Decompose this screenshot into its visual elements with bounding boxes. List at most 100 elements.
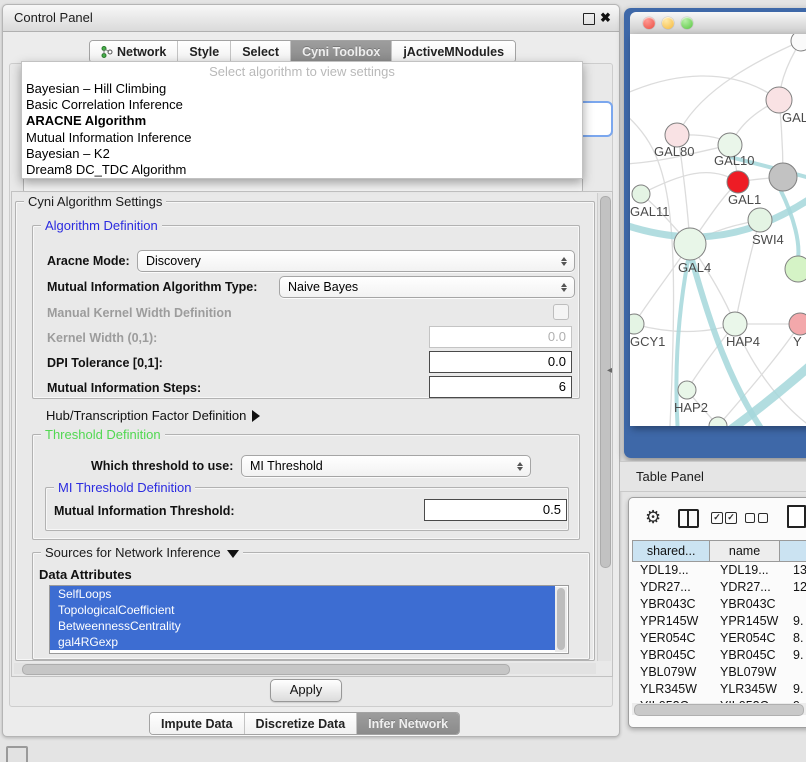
tab-infer-network[interactable]: Infer Network xyxy=(357,713,459,734)
algorithm-menu-item[interactable]: Dream8 DC_TDC Algorithm xyxy=(22,162,582,178)
vertical-scrollbar-thumb[interactable] xyxy=(600,196,611,568)
mi-threshold-legend: MI Threshold Definition xyxy=(54,480,195,495)
network-node[interactable] xyxy=(785,256,806,282)
table-cell: YDR27... xyxy=(720,579,771,596)
which-threshold-value: MI Threshold xyxy=(250,459,323,473)
stepper-arrows-icon xyxy=(561,277,567,297)
gear-icon[interactable]: ⚙ xyxy=(645,507,661,528)
table-header-row: shared... name xyxy=(632,540,806,562)
control-panel-titlebar[interactable]: Control Panel ✖ xyxy=(3,5,619,32)
network-edge-weighted[interactable] xyxy=(780,189,798,258)
aracne-mode-label: Aracne Mode: xyxy=(47,254,130,268)
attribute-list-item[interactable]: gal4RGexp xyxy=(50,634,555,650)
table-row[interactable]: YBR045CYBR045C9. xyxy=(632,647,806,664)
tab-select[interactable]: Select xyxy=(231,41,291,62)
mi-steps-input[interactable]: 6 xyxy=(429,376,572,398)
columns-icon[interactable] xyxy=(678,509,699,528)
column-header-partial[interactable] xyxy=(780,540,806,562)
dpi-tolerance-input[interactable]: 0.0 xyxy=(429,351,572,373)
network-node-gal1[interactable] xyxy=(727,171,749,193)
network-node-gal11[interactable] xyxy=(632,185,650,203)
network-window-titlebar[interactable] xyxy=(630,12,806,35)
table-row[interactable]: YER054CYER054C8. xyxy=(632,630,806,647)
float-window-icon[interactable] xyxy=(583,13,595,25)
table-row[interactable]: YDL19...YDL19...13 xyxy=(632,562,806,579)
table-cell: YBR043C xyxy=(640,596,696,613)
sources-legend[interactable]: Sources for Network Inference xyxy=(41,545,243,560)
network-node-hap4[interactable] xyxy=(723,312,747,336)
network-edge[interactable] xyxy=(630,76,779,100)
aracne-mode-combobox[interactable]: Discovery xyxy=(137,250,575,272)
bottom-tabbar: Impute DataDiscretize DataInfer Network xyxy=(149,712,460,735)
minimize-traffic-light-icon[interactable] xyxy=(662,17,674,29)
network-node-label: HAP2 xyxy=(674,400,708,415)
column-header-shared-name[interactable]: shared... xyxy=(632,540,710,562)
algorithm-menu-item[interactable]: Basic Correlation Inference xyxy=(22,97,582,113)
table-cell: 8. xyxy=(793,630,803,647)
manual-kernel-checkbox[interactable] xyxy=(553,304,569,320)
algorithm-menu-item[interactable]: Bayesian – K2 xyxy=(22,146,582,162)
kernel-width-label: Kernel Width (0,1): xyxy=(47,331,157,345)
table-row[interactable]: YBR043CYBR043C xyxy=(632,596,806,613)
horizontal-scrollbar-thumb[interactable] xyxy=(22,664,510,675)
new-table-icon[interactable] xyxy=(787,505,806,528)
zoom-traffic-light-icon[interactable] xyxy=(681,17,693,29)
vertical-scrollbar[interactable] xyxy=(597,193,611,661)
tab-network[interactable]: Network xyxy=(90,41,178,62)
algorithm-menu-item[interactable]: Mutual Information Inference xyxy=(22,130,582,146)
network-node-label: GAL4 xyxy=(678,260,711,275)
network-node-label: Y xyxy=(793,334,802,349)
data-attributes-list[interactable]: SelfLoopsTopologicalCoefficientBetweenne… xyxy=(49,585,569,654)
attribute-list-item[interactable]: BetweennessCentrality xyxy=(50,618,555,634)
table-cell: 12 xyxy=(793,579,806,596)
horizontal-scrollbar[interactable] xyxy=(14,663,596,674)
expander-expanded-icon xyxy=(227,550,239,558)
mi-threshold-input[interactable]: 0.5 xyxy=(424,499,567,521)
which-threshold-combobox[interactable]: MI Threshold xyxy=(241,455,531,477)
list-scrollbar[interactable] xyxy=(555,587,567,652)
algorithm-menu-item[interactable]: ARACNE Algorithm xyxy=(22,113,582,129)
table-row[interactable]: YPR145WYPR145W9. xyxy=(632,613,806,630)
table-cell: YLR345W xyxy=(640,681,697,698)
close-icon[interactable]: ✖ xyxy=(600,10,611,26)
network-node[interactable] xyxy=(791,34,806,51)
network-node-y[interactable] xyxy=(789,313,806,335)
column-header-name[interactable]: name xyxy=(710,540,779,562)
table-horizontal-scrollbar[interactable] xyxy=(632,703,806,715)
apply-button[interactable]: Apply xyxy=(270,679,342,702)
network-node-hap2[interactable] xyxy=(678,381,696,399)
mi-threshold-label: Mutual Information Threshold: xyxy=(54,504,235,518)
attribute-list-item[interactable]: SelfLoops xyxy=(50,586,555,602)
network-canvas[interactable]: GAL7GAL80GAL10GAL1GAL11SWI4GAL4GCY1HAP4Y… xyxy=(630,34,806,426)
attribute-list-item[interactable]: TopologicalCoefficient xyxy=(50,602,555,618)
network-node[interactable] xyxy=(769,163,797,191)
network-node-label: GAL11 xyxy=(630,204,670,219)
table-row[interactable]: YBL079WYBL079W xyxy=(632,664,806,681)
network-node-gcy1[interactable] xyxy=(630,314,644,334)
tab-style[interactable]: Style xyxy=(178,41,231,62)
network-edge[interactable] xyxy=(641,173,738,194)
mi-type-combobox[interactable]: Naive Bayes xyxy=(279,276,575,298)
network-node-gal4[interactable] xyxy=(674,228,706,260)
hub-factor-expander[interactable]: Hub/Transcription Factor Definition xyxy=(46,408,260,423)
algorithm-menu-item[interactable]: Bayesian – Hill Climbing xyxy=(22,81,582,97)
panel-splitter-handle[interactable]: ◂ xyxy=(607,365,612,376)
screen: Control Panel ✖ NetworkStyleSelectCyni T… xyxy=(0,0,806,762)
close-traffic-light-icon[interactable] xyxy=(643,17,655,29)
kernel-width-input[interactable]: 0.0 xyxy=(429,326,572,348)
deselect-all-checkboxes-icon[interactable] xyxy=(745,513,768,523)
tab-cyni-toolbox[interactable]: Cyni Toolbox xyxy=(291,41,392,62)
tab-impute-data[interactable]: Impute Data xyxy=(150,713,245,734)
network-edge[interactable] xyxy=(634,324,735,332)
select-all-checkboxes-icon[interactable]: ✓✓ xyxy=(711,512,737,524)
table-row[interactable]: YDR27...YDR27...12 xyxy=(632,579,806,596)
table-cell: YPR145W xyxy=(720,613,778,630)
table-row[interactable]: YLR345WYLR345W9. xyxy=(632,681,806,698)
network-node-swi4[interactable] xyxy=(748,208,772,232)
list-scrollbar-thumb[interactable] xyxy=(557,588,565,650)
tab-jactivemnodules[interactable]: jActiveMNodules xyxy=(392,41,515,62)
table-panel-header[interactable]: Table Panel xyxy=(620,461,806,492)
table-hscrollbar-thumb[interactable] xyxy=(634,704,804,716)
dock-panel-icon[interactable] xyxy=(6,746,28,762)
tab-discretize-data[interactable]: Discretize Data xyxy=(245,713,358,734)
